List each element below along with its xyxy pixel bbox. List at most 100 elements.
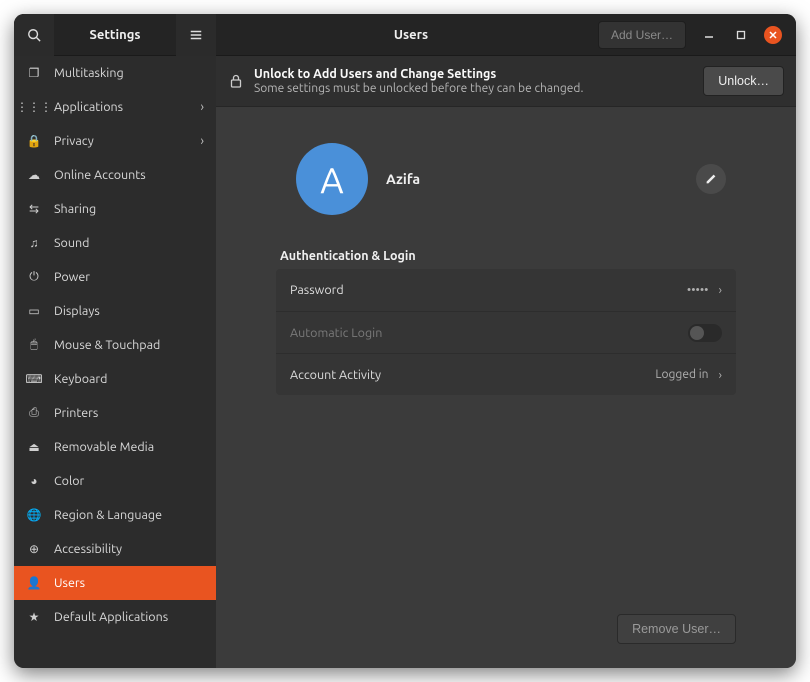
search-button[interactable] [14,14,54,56]
minimize-icon [704,30,714,40]
activity-value: Logged in [655,368,708,381]
sidebar-item-label: Sharing [54,202,204,216]
activity-row[interactable]: Account Activity Logged in › [276,353,736,395]
user-name: Azifa [386,171,420,187]
password-label: Password [290,283,687,297]
sidebar-item-power[interactable]: ⏻ Power [14,260,216,294]
sidebar-item-label: Applications [54,100,200,114]
search-icon [27,28,41,42]
hamburger-button[interactable] [176,14,216,56]
pencil-icon [704,172,718,186]
autologin-label: Automatic Login [290,326,688,340]
star-icon: ★ [26,609,42,625]
settings-window: Settings ❐Multitasking⋮⋮⋮Applications›🔒P… [14,14,796,668]
sidebar-item-label: Keyboard [54,372,204,386]
autologin-row: Automatic Login [276,311,736,353]
region-icon: 🌐 [26,507,42,523]
sidebar-list: ❐Multitasking⋮⋮⋮Applications›🔒Privacy›☁O… [14,56,216,668]
hamburger-icon [189,28,203,42]
banner-title: Unlock to Add Users and Change Settings [254,67,693,81]
main: Users Add User… Unlock to Add Users and … [216,14,796,668]
chevron-right-icon: › [200,134,204,148]
sidebar-item-accessibility[interactable]: ⊕ Accessibility [14,532,216,566]
removable-icon: ⏏ [26,439,42,455]
sidebar-item-mouse[interactable]: 🖱 Mouse & Touchpad [14,328,216,362]
main-header: Users Add User… [216,14,796,56]
displays-icon: ▭ [26,303,42,319]
sidebar-item-label: Multitasking [54,66,204,80]
applications-icon: ⋮⋮⋮ [26,99,42,115]
autologin-toggle[interactable] [688,324,722,342]
sound-icon: ♫ [26,235,42,251]
sidebar-item-label: Privacy [54,134,200,148]
minimize-button[interactable] [700,26,718,44]
color-icon: ◕ [26,473,42,489]
sidebar-item-label: Mouse & Touchpad [54,338,204,352]
close-button[interactable] [764,26,782,44]
unlock-button[interactable]: Unlock… [703,66,784,96]
keyboard-icon: ⌨ [26,371,42,387]
sidebar-item-label: Color [54,474,204,488]
chevron-right-icon: › [718,283,722,297]
chevron-right-icon: › [200,100,204,114]
sidebar: Settings ❐Multitasking⋮⋮⋮Applications›🔒P… [14,14,216,668]
sidebar-item-label: Printers [54,406,204,420]
auth-panel: Password ••••• › Automatic Login Account… [276,269,736,395]
sidebar-item-removable[interactable]: ⏏ Removable Media [14,430,216,464]
close-icon [768,30,778,40]
sidebar-item-label: Online Accounts [54,168,204,182]
printers-icon: ⎙ [26,405,42,421]
auth-section-label: Authentication & Login [280,249,732,263]
sidebar-item-keyboard[interactable]: ⌨ Keyboard [14,362,216,396]
sidebar-item-displays[interactable]: ▭ Displays [14,294,216,328]
password-row[interactable]: Password ••••• › [276,269,736,311]
users-icon: 👤 [26,575,42,591]
privacy-icon: 🔒 [26,133,42,149]
sharing-icon: ⇆ [26,201,42,217]
sidebar-item-label: Users [54,576,204,590]
page-title: Users [224,28,598,42]
sidebar-item-label: Power [54,270,204,284]
mouse-icon: 🖱 [26,337,42,353]
cloud-icon: ☁ [26,167,42,183]
sidebar-header: Settings [14,14,216,56]
content: A Azifa Authentication & Login Password … [216,107,796,668]
window-controls [700,26,782,44]
sidebar-title: Settings [54,28,176,42]
sidebar-item-label: Accessibility [54,542,204,556]
sidebar-item-online-accounts[interactable]: ☁ Online Accounts [14,158,216,192]
sidebar-item-default-apps[interactable]: ★ Default Applications [14,600,216,634]
user-header: A Azifa [276,143,736,215]
edit-user-button[interactable] [696,164,726,194]
sidebar-item-label: Sound [54,236,204,250]
banner-subtitle: Some settings must be unlocked before th… [254,82,693,95]
sidebar-item-privacy[interactable]: 🔒 Privacy› [14,124,216,158]
multitasking-icon: ❐ [26,65,42,81]
accessibility-icon: ⊕ [26,541,42,557]
sidebar-item-color[interactable]: ◕ Color [14,464,216,498]
sidebar-item-multitasking[interactable]: ❐ Multitasking [14,56,216,90]
activity-label: Account Activity [290,368,655,382]
maximize-icon [736,30,746,40]
banner-text: Unlock to Add Users and Change Settings … [254,67,693,95]
sidebar-item-sound[interactable]: ♫ Sound [14,226,216,260]
sidebar-item-sharing[interactable]: ⇆ Sharing [14,192,216,226]
sidebar-item-region[interactable]: 🌐 Region & Language [14,498,216,532]
sidebar-item-printers[interactable]: ⎙ Printers [14,396,216,430]
password-value: ••••• [687,284,709,297]
footer: Remove User… [276,614,736,652]
sidebar-item-label: Default Applications [54,610,204,624]
sidebar-item-label: Region & Language [54,508,204,522]
sidebar-item-applications[interactable]: ⋮⋮⋮ Applications› [14,90,216,124]
sidebar-item-label: Displays [54,304,204,318]
add-user-button[interactable]: Add User… [598,21,686,49]
sidebar-item-label: Removable Media [54,440,204,454]
sidebar-item-users[interactable]: 👤 Users [14,566,216,600]
maximize-button[interactable] [732,26,750,44]
power-icon: ⏻ [26,269,42,285]
avatar[interactable]: A [296,143,368,215]
lock-icon [228,73,244,89]
unlock-banner: Unlock to Add Users and Change Settings … [216,56,796,107]
remove-user-button[interactable]: Remove User… [617,614,736,644]
chevron-right-icon: › [718,368,722,382]
